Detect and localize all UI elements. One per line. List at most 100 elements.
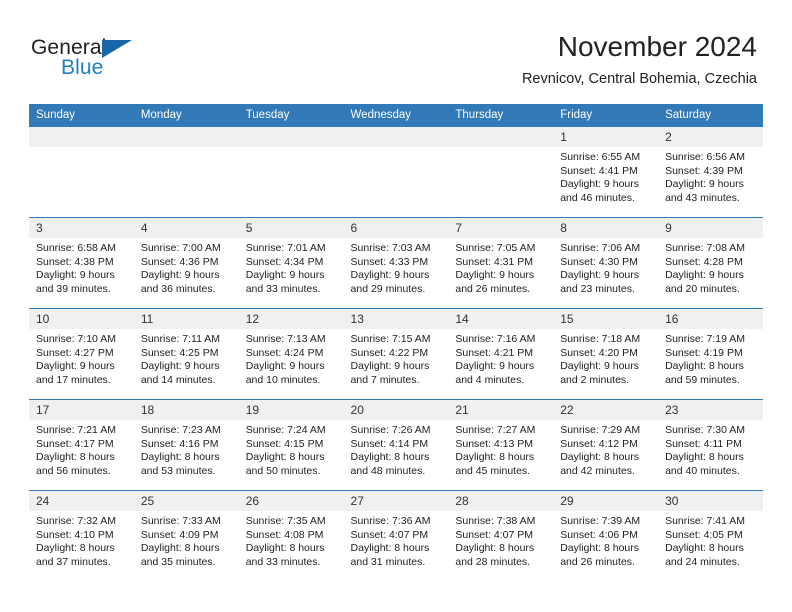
sun-info-line: Daylight: 9 hours <box>140 360 220 373</box>
sun-info-line: and 43 minutes. <box>665 191 740 204</box>
sun-info-line: Sunset: 4:15 PM <box>245 437 324 450</box>
day-number: 26 <box>238 491 344 511</box>
day-sun-info: Sunrise: 7:15 AM Sunset: 4:22 PM Daylight:… <box>344 329 449 387</box>
day-number: 7 <box>448 218 554 238</box>
sun-info-line: Sunset: 4:14 PM <box>350 437 429 450</box>
sun-info-line: Daylight: 8 hours <box>665 451 744 464</box>
sun-info-line: Sunset: 4:13 PM <box>455 437 534 450</box>
sun-info-line: Sunrise: 7:15 AM <box>350 333 431 345</box>
day-number: 23 <box>658 400 763 420</box>
day-number: 30 <box>658 491 763 511</box>
sun-info-line: and 39 minutes. <box>36 282 111 295</box>
sun-info-line: Sunset: 4:12 PM <box>560 437 638 450</box>
day-sun-info: Sunrise: 7:24 AM Sunset: 4:15 PM Daylight:… <box>239 420 344 478</box>
day-sun-info: Sunrise: 7:05 AM Sunset: 4:31 PM Daylight:… <box>448 238 553 296</box>
sun-info-line: Sunset: 4:10 PM <box>36 528 114 541</box>
calendar-day-cell[interactable]: 21 Sunrise: 7:27 AM Sunset: 4:13 PM Dayligh… <box>448 399 554 491</box>
day-number: 17 <box>29 400 134 420</box>
sun-info-line: and 56 minutes. <box>36 464 111 477</box>
day-number: 14 <box>448 309 554 329</box>
day-sun-info: Sunrise: 6:56 AM Sunset: 4:39 PM Daylight:… <box>658 147 763 205</box>
sun-info-line: Sunrise: 6:55 AM <box>560 151 641 163</box>
weekday-header-wednesday: Wednesday <box>343 104 449 127</box>
calendar-day-cell-empty <box>29 126 134 218</box>
calendar-day-cell[interactable]: 4 Sunrise: 7:00 AM Sunset: 4:36 PM Daylight… <box>133 217 239 309</box>
sun-info-line: Daylight: 9 hours <box>665 269 744 282</box>
sun-info-line: Sunrise: 6:56 AM <box>665 151 746 163</box>
day-number: 22 <box>553 400 659 420</box>
calendar-day-cell[interactable]: 1 Sunrise: 6:55 AM Sunset: 4:41 PM Daylight… <box>553 126 659 218</box>
sun-info-line: and 33 minutes. <box>245 555 321 568</box>
calendar-day-cell[interactable]: 11 Sunrise: 7:11 AM Sunset: 4:25 PM Dayligh… <box>133 308 239 400</box>
calendar-day-cell[interactable]: 22 Sunrise: 7:29 AM Sunset: 4:12 PM Dayligh… <box>553 399 659 491</box>
calendar-day-cell[interactable]: 18 Sunrise: 7:23 AM Sunset: 4:16 PM Dayligh… <box>133 399 239 491</box>
day-sun-info: Sunrise: 7:11 AM Sunset: 4:25 PM Daylight:… <box>134 329 239 387</box>
sun-info-line: Sunrise: 7:18 AM <box>560 333 641 345</box>
calendar-header: Sunday Monday Tuesday Wednesday Thursday… <box>29 104 763 127</box>
day-number <box>448 127 554 147</box>
calendar-day-cell[interactable]: 26 Sunrise: 7:35 AM Sunset: 4:08 PM Dayligh… <box>238 490 344 581</box>
calendar-day-cell[interactable]: 17 Sunrise: 7:21 AM Sunset: 4:17 PM Dayligh… <box>29 399 134 491</box>
calendar-day-cell[interactable]: 2 Sunrise: 6:56 AM Sunset: 4:39 PM Daylight… <box>658 126 763 218</box>
sun-info-line: and 26 minutes. <box>560 555 635 568</box>
sun-info-line: Daylight: 8 hours <box>665 542 744 555</box>
calendar-day-cell[interactable]: 6 Sunrise: 7:03 AM Sunset: 4:33 PM Daylight… <box>343 217 449 309</box>
page-title: November 2024 <box>557 31 757 62</box>
calendar-day-cell[interactable]: 15 Sunrise: 7:18 AM Sunset: 4:20 PM Dayligh… <box>553 308 659 400</box>
calendar-day-cell[interactable]: 7 Sunrise: 7:05 AM Sunset: 4:31 PM Daylight… <box>448 217 554 309</box>
calendar-day-cell[interactable]: 12 Sunrise: 7:13 AM Sunset: 4:24 PM Dayligh… <box>238 308 344 400</box>
sun-info-line: Sunset: 4:19 PM <box>665 346 743 359</box>
day-sun-info: Sunrise: 7:33 AM Sunset: 4:09 PM Daylight:… <box>134 511 239 569</box>
sun-info-line: Sunrise: 6:58 AM <box>36 242 116 254</box>
sun-info-line: and 10 minutes. <box>245 373 321 386</box>
sun-info-line: Daylight: 8 hours <box>665 360 744 373</box>
sun-info-line: Sunset: 4:38 PM <box>36 255 114 268</box>
weekday-header-sunday: Sunday <box>29 104 134 127</box>
day-sun-info <box>448 147 553 151</box>
sun-info-line: and 26 minutes. <box>455 282 531 295</box>
day-sun-info <box>134 147 239 151</box>
sun-info-line: Daylight: 9 hours <box>36 360 115 373</box>
day-sun-info: Sunrise: 7:03 AM Sunset: 4:33 PM Daylight:… <box>344 238 449 296</box>
sun-info-line: Daylight: 8 hours <box>455 451 535 464</box>
day-sun-info: Sunrise: 7:18 AM Sunset: 4:20 PM Daylight:… <box>553 329 658 387</box>
calendar-week-row: 24 Sunrise: 7:32 AM Sunset: 4:10 PM Dayligh… <box>29 490 763 581</box>
day-sun-info: Sunrise: 7:23 AM Sunset: 4:16 PM Daylight:… <box>134 420 239 478</box>
calendar-day-cell[interactable]: 19 Sunrise: 7:24 AM Sunset: 4:15 PM Dayligh… <box>238 399 344 491</box>
day-number: 2 <box>658 127 763 147</box>
calendar-body: 1 Sunrise: 6:55 AM Sunset: 4:41 PM Daylight… <box>29 126 763 581</box>
calendar-day-cell[interactable]: 16 Sunrise: 7:19 AM Sunset: 4:19 PM Dayligh… <box>658 308 763 400</box>
sun-info-line: and 48 minutes. <box>350 464 426 477</box>
day-number: 19 <box>238 400 344 420</box>
calendar-day-cell[interactable]: 9 Sunrise: 7:08 AM Sunset: 4:28 PM Daylight… <box>658 217 763 309</box>
sun-info-line: and 53 minutes. <box>140 464 216 477</box>
calendar-week-row: 1 Sunrise: 6:55 AM Sunset: 4:41 PM Daylight… <box>29 126 763 218</box>
calendar-day-cell[interactable]: 3 Sunrise: 6:58 AM Sunset: 4:38 PM Daylight… <box>29 217 134 309</box>
calendar-day-cell[interactable]: 13 Sunrise: 7:15 AM Sunset: 4:22 PM Dayligh… <box>343 308 449 400</box>
calendar-day-cell[interactable]: 23 Sunrise: 7:30 AM Sunset: 4:11 PM Dayligh… <box>658 399 763 491</box>
day-number: 25 <box>133 491 239 511</box>
calendar-day-cell[interactable]: 20 Sunrise: 7:26 AM Sunset: 4:14 PM Dayligh… <box>343 399 449 491</box>
calendar-day-cell[interactable]: 14 Sunrise: 7:16 AM Sunset: 4:21 PM Dayligh… <box>448 308 554 400</box>
sun-info-line: and 7 minutes. <box>350 373 420 386</box>
calendar-day-cell[interactable]: 25 Sunrise: 7:33 AM Sunset: 4:09 PM Dayligh… <box>133 490 239 581</box>
calendar-day-cell[interactable]: 29 Sunrise: 7:39 AM Sunset: 4:06 PM Dayligh… <box>553 490 659 581</box>
calendar-day-cell[interactable]: 24 Sunrise: 7:32 AM Sunset: 4:10 PM Dayligh… <box>29 490 134 581</box>
calendar-day-cell[interactable]: 10 Sunrise: 7:10 AM Sunset: 4:27 PM Dayligh… <box>29 308 134 400</box>
calendar-day-cell[interactable]: 5 Sunrise: 7:01 AM Sunset: 4:34 PM Daylight… <box>238 217 344 309</box>
calendar-day-cell[interactable]: 27 Sunrise: 7:36 AM Sunset: 4:07 PM Dayligh… <box>343 490 449 581</box>
calendar-day-cell[interactable]: 30 Sunrise: 7:41 AM Sunset: 4:05 PM Dayligh… <box>658 490 763 581</box>
calendar-day-cell[interactable]: 28 Sunrise: 7:38 AM Sunset: 4:07 PM Dayligh… <box>448 490 554 581</box>
day-number: 24 <box>29 491 134 511</box>
day-number: 9 <box>658 218 763 238</box>
calendar-day-cell[interactable]: 8 Sunrise: 7:06 AM Sunset: 4:30 PM Daylight… <box>553 217 659 309</box>
day-sun-info: Sunrise: 7:32 AM Sunset: 4:10 PM Daylight:… <box>29 511 134 569</box>
sun-info-line: Daylight: 8 hours <box>560 451 640 464</box>
sun-info-line: and 24 minutes. <box>665 555 740 568</box>
sun-info-line: Sunrise: 7:10 AM <box>36 333 116 345</box>
day-number: 4 <box>133 218 239 238</box>
sun-info-line: and 31 minutes. <box>350 555 426 568</box>
logo-word-blue: Blue <box>61 56 104 79</box>
sun-info-line: Sunset: 4:31 PM <box>455 255 534 268</box>
day-number <box>343 127 449 147</box>
